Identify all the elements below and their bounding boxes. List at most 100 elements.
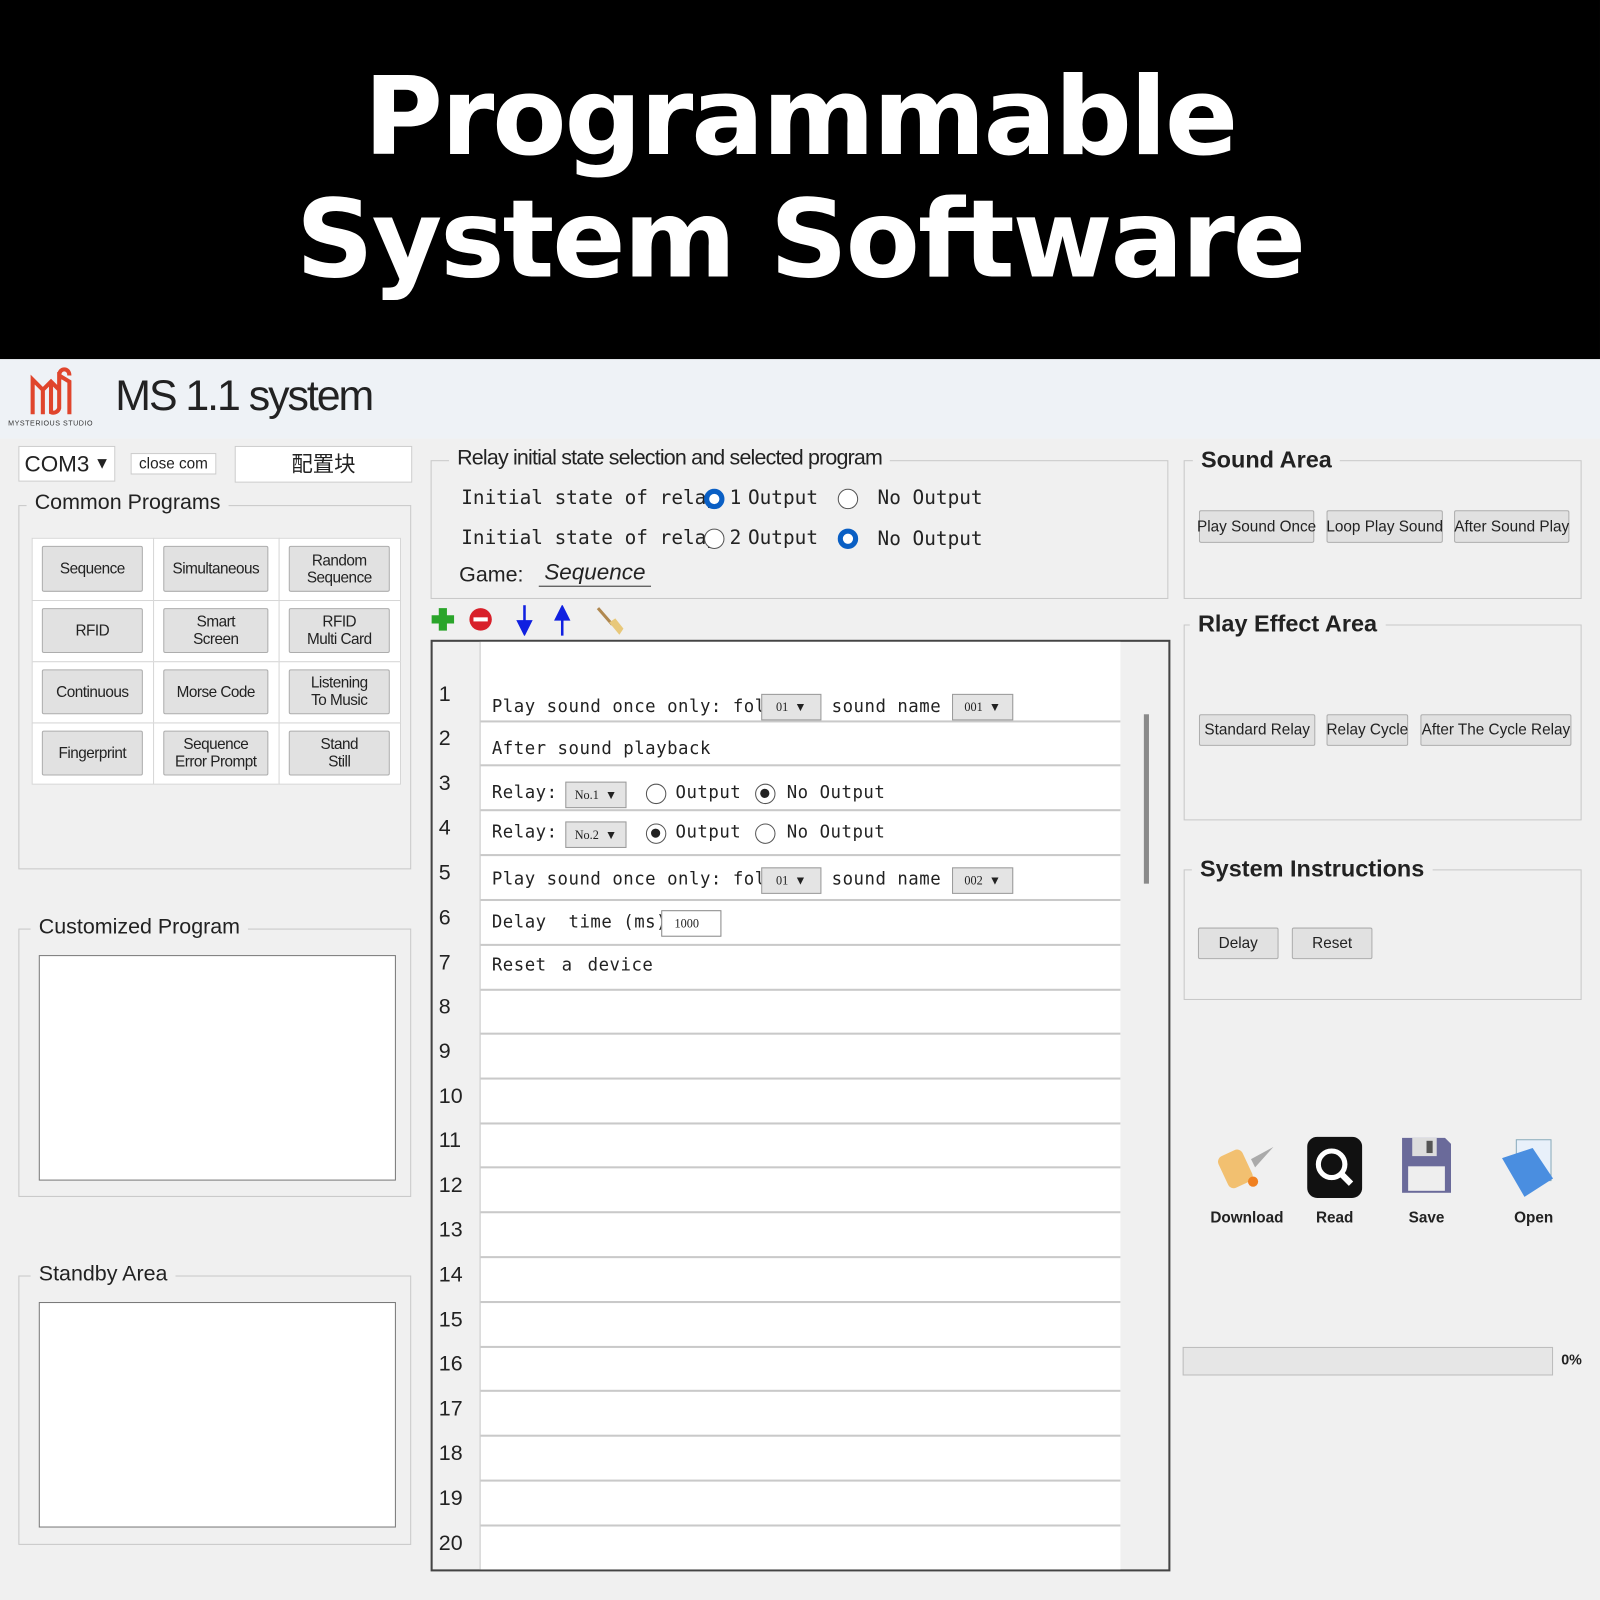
row-number: 10 — [438, 1084, 463, 1109]
logo-text: MYSTERIOUS STUDIO — [8, 420, 94, 428]
relay1-no-output-radio[interactable] — [837, 488, 859, 510]
relay-cycle-button[interactable]: Relay Cycle — [1327, 714, 1408, 746]
row3-relay-select[interactable]: No.1 ▼ — [565, 781, 627, 809]
remove-icon[interactable] — [468, 607, 492, 631]
row-number: 16 — [438, 1352, 463, 1376]
row-number: 5 — [438, 861, 451, 885]
config-block-button[interactable]: 配置块 — [234, 445, 413, 483]
row-number: 8 — [438, 994, 451, 1019]
customized-program-title: Customized Program — [30, 915, 249, 940]
relay-initial-state-title: Relay initial state selection and select… — [448, 445, 891, 471]
move-down-icon[interactable] — [515, 605, 533, 636]
row-number: 20 — [438, 1531, 463, 1556]
program-list-scrollbar[interactable] — [1143, 714, 1149, 884]
add-icon[interactable] — [431, 607, 455, 631]
download-scroll-icon — [1218, 1146, 1274, 1189]
row4-relay-value: No.2 — [574, 827, 599, 842]
row4-output-label: Output — [675, 822, 742, 843]
row-number: 18 — [438, 1441, 463, 1466]
save-floppy-icon — [1402, 1137, 1452, 1193]
row5-sound-select[interactable]: 002 ▼ — [952, 867, 1014, 894]
app-title: MS 1.1 system — [115, 371, 374, 420]
sequence-error-prompt-button[interactable]: Sequence Error Prompt — [163, 730, 269, 776]
row6-text: Delay time (ms) — [491, 912, 668, 933]
loop-play-sound-button[interactable]: Loop Play Sound — [1326, 510, 1443, 543]
row3-relay-value: No.1 — [574, 787, 599, 802]
row5-sound-label: sound name — [831, 869, 942, 890]
read-button[interactable]: Read — [1289, 1135, 1381, 1237]
relay1-output-radio[interactable] — [704, 488, 725, 510]
row-divider — [480, 898, 1121, 902]
com-port-select[interactable]: COM3 ▼ — [18, 445, 116, 482]
row-number: 19 — [438, 1486, 463, 1511]
row1-folder-value: 01 — [776, 699, 789, 714]
row3-label: Relay: — [491, 782, 558, 804]
chevron-down-icon: ▼ — [988, 872, 1001, 888]
download-button[interactable]: Download — [1204, 1135, 1296, 1237]
row-number: 6 — [438, 906, 451, 930]
save-button[interactable]: Save — [1381, 1135, 1473, 1237]
move-up-icon[interactable] — [553, 605, 571, 636]
system-instructions-title: System Instructions — [1191, 855, 1433, 883]
game-value: Sequence — [538, 559, 652, 587]
open-button[interactable]: Open — [1488, 1135, 1580, 1237]
customized-program-list[interactable] — [38, 955, 396, 1181]
relay2-no-output-radio[interactable] — [837, 528, 859, 549]
row4-relay-select[interactable]: No.2 ▼ — [565, 821, 627, 848]
simultaneous-button[interactable]: Simultaneous — [163, 545, 269, 592]
smart-screen-button[interactable]: Smart Screen — [163, 608, 269, 654]
app-header: MYSTERIOUS STUDIO MS 1.1 system — [0, 359, 1600, 439]
clear-broom-icon[interactable] — [595, 606, 626, 637]
delay-button[interactable]: Delay — [1197, 927, 1279, 960]
rfid-multi-card-button[interactable]: RFID Multi Card — [288, 608, 390, 654]
chevron-down-icon: ▼ — [794, 699, 807, 714]
row4-output-radio[interactable] — [645, 823, 667, 844]
row-number: 17 — [438, 1396, 463, 1421]
play-sound-once-button[interactable]: Play Sound Once — [1197, 510, 1316, 543]
row2-text: After sound playback — [491, 738, 711, 760]
sequence-button[interactable]: Sequence — [41, 545, 143, 592]
row1-sound-label: sound name — [831, 696, 942, 718]
rfid-button[interactable]: RFID — [41, 608, 143, 654]
logo-icon — [30, 367, 72, 415]
stand-still-button[interactable]: Stand Still — [288, 730, 390, 776]
row6-delay-input[interactable]: 1000 — [661, 910, 722, 937]
row-divider — [480, 1479, 1121, 1482]
download-label: Download — [1210, 1209, 1284, 1227]
after-sound-play-button[interactable]: After Sound Play — [1454, 510, 1570, 543]
read-magnifier-icon — [1307, 1136, 1363, 1198]
row5-folder-select[interactable]: 01 ▼ — [761, 867, 822, 894]
standard-relay-button[interactable]: Standard Relay — [1198, 714, 1316, 746]
row1-folder-select[interactable]: 01 ▼ — [761, 693, 822, 721]
row4-label: Relay: — [491, 822, 558, 843]
row-divider — [480, 1166, 1121, 1169]
row-divider — [480, 1345, 1121, 1348]
common-programs-title: Common Programs — [26, 490, 229, 516]
morse-code-button[interactable]: Morse Code — [163, 669, 269, 715]
row-divider — [480, 1434, 1121, 1437]
row3-output-radio[interactable] — [645, 783, 667, 805]
listening-to-music-button[interactable]: Listening To Music — [288, 669, 390, 715]
row4-no-output-radio[interactable] — [755, 823, 776, 844]
row5-folder-value: 01 — [776, 872, 789, 888]
random-sequence-button[interactable]: Random Sequence — [288, 545, 390, 592]
fingerprint-button[interactable]: Fingerprint — [41, 730, 143, 776]
row-divider — [480, 764, 1121, 767]
close-com-button[interactable]: close com — [130, 453, 217, 475]
row-divider — [480, 1122, 1121, 1125]
sound-area-title: Sound Area — [1192, 445, 1341, 474]
reset-button[interactable]: Reset — [1291, 927, 1373, 960]
relay2-output-radio[interactable] — [704, 528, 725, 549]
row3-no-output-radio[interactable] — [755, 783, 776, 805]
standby-area-list[interactable] — [38, 1302, 396, 1528]
row-number: 7 — [438, 951, 451, 975]
progress-label: 0% — [1561, 1351, 1582, 1368]
row1-sound-select[interactable]: 001 ▼ — [952, 693, 1014, 721]
continuous-button[interactable]: Continuous — [41, 669, 143, 715]
relay2-output-label: Output — [747, 526, 818, 549]
open-folder-icon — [1502, 1139, 1554, 1197]
after-cycle-relay-button[interactable]: After The Cycle Relay — [1420, 714, 1572, 746]
row-divider — [480, 1256, 1121, 1259]
com-port-value: COM3 — [24, 450, 90, 477]
standby-area-title: Standby Area — [30, 1262, 176, 1287]
